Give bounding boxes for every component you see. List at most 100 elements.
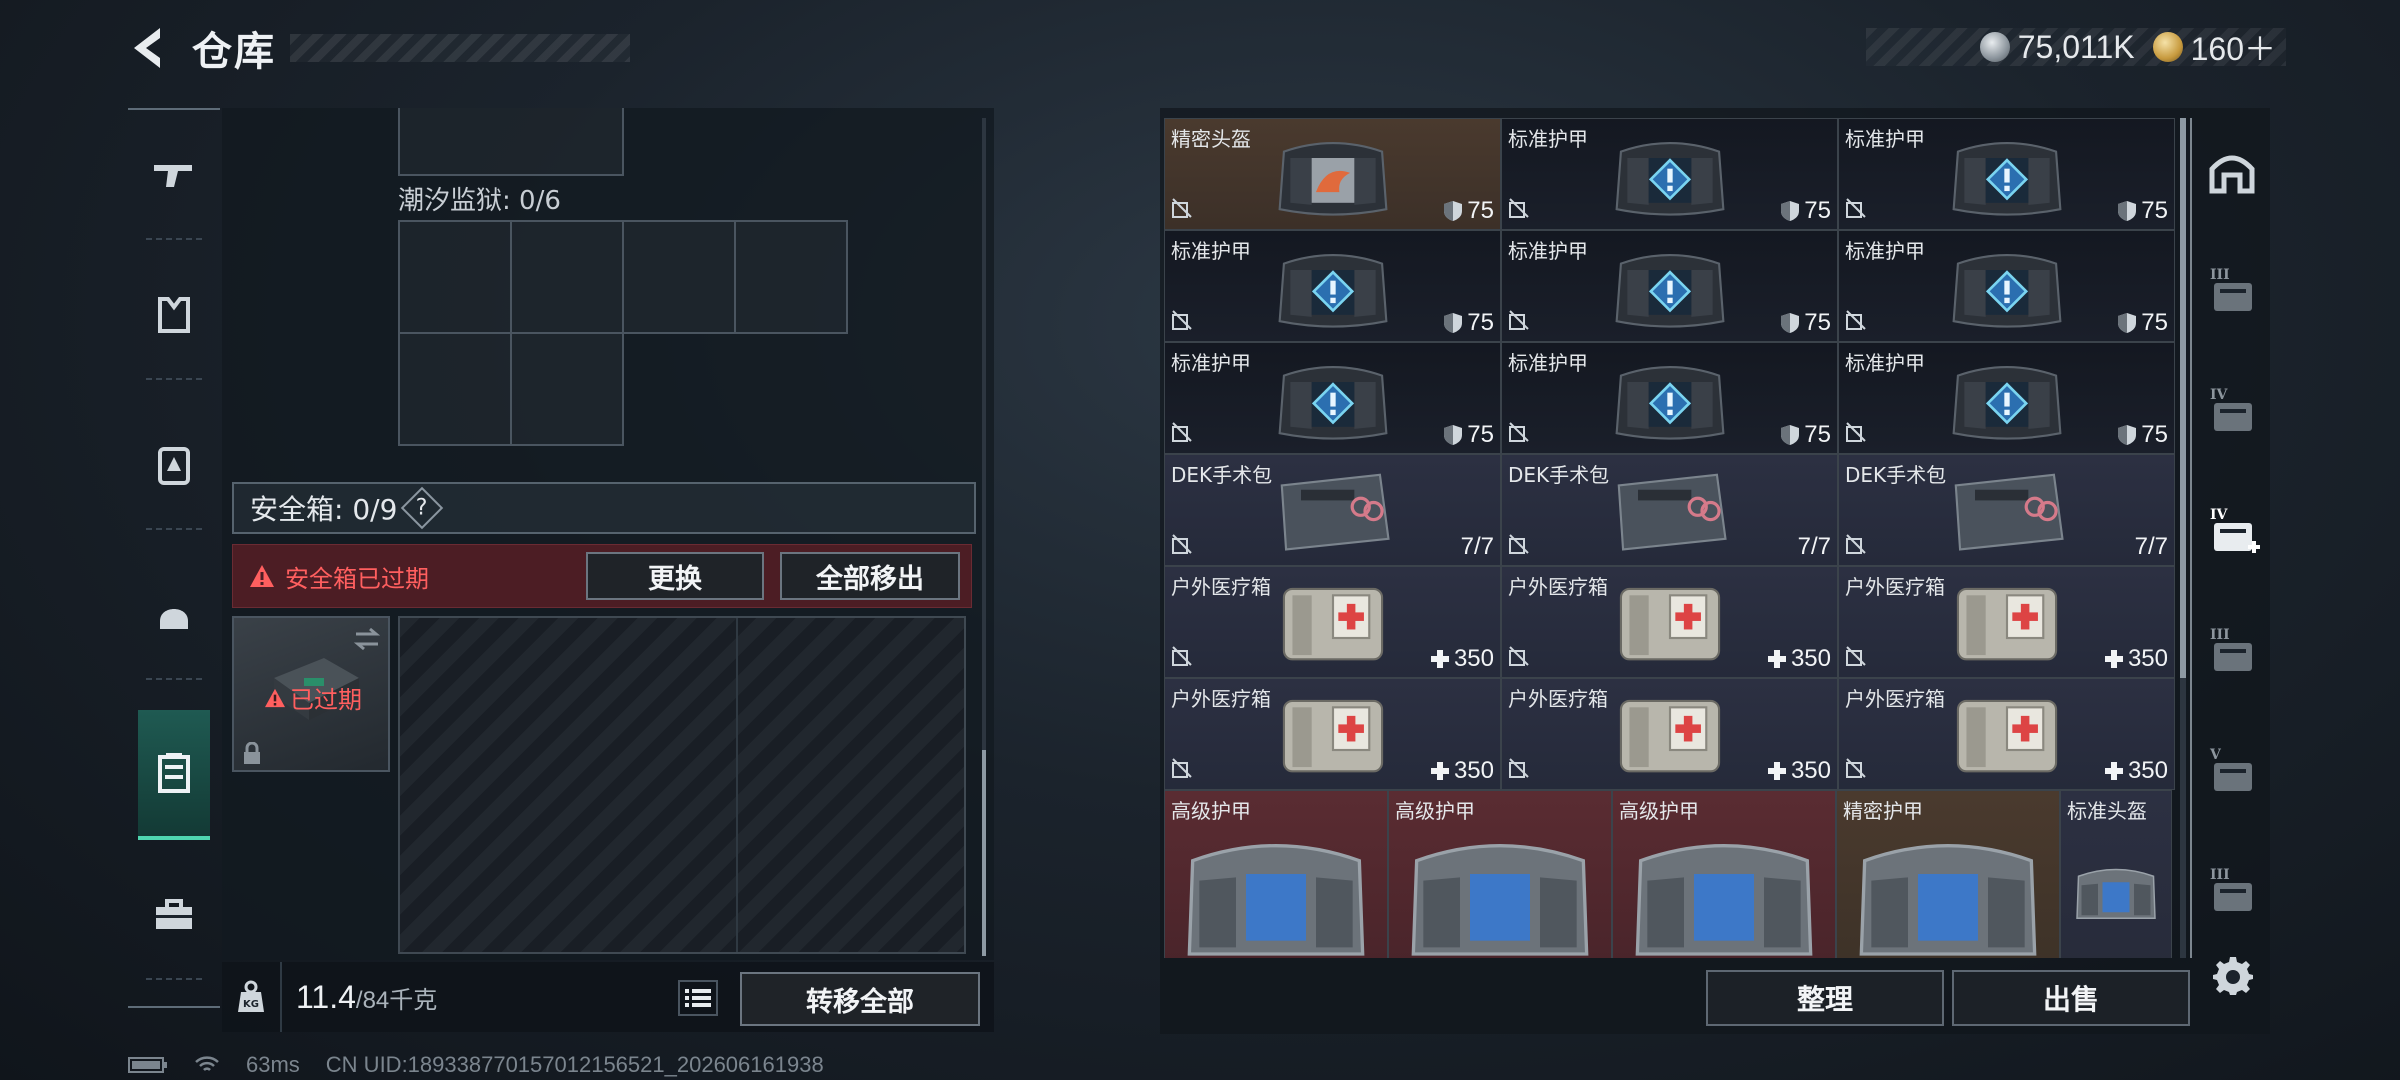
toolbox-icon <box>156 899 192 929</box>
sell-button[interactable]: 出售 <box>1952 970 2190 1026</box>
filter-tab[interactable]: III <box>2192 838 2272 948</box>
nav-vest[interactable] <box>128 250 220 380</box>
grid-slot[interactable] <box>734 220 848 334</box>
item-cell[interactable]: DEK手术包 7/7 <box>1838 454 2175 566</box>
currency-silver[interactable]: 75,011K <box>1979 28 2135 66</box>
filter-tab[interactable]: III <box>2192 598 2272 708</box>
help-icon[interactable]: ? <box>401 486 444 530</box>
item-cell[interactable]: 户外医疗箱 350 <box>1838 678 2175 790</box>
gear-icon <box>2213 957 2253 995</box>
item-stat-value: 350 <box>1453 645 1494 672</box>
left-scrollbar-thumb[interactable] <box>982 750 986 956</box>
item-cell[interactable]: 标准护甲 75 <box>1838 230 2175 342</box>
item-art <box>1268 574 1398 674</box>
item-name: 精密护甲 <box>1843 799 1923 823</box>
item-cell[interactable]: 户外医疗箱 350 <box>1501 678 1838 790</box>
item-name: 户外医疗箱 <box>1845 575 1945 599</box>
filter-tab[interactable]: III <box>2192 238 2272 348</box>
outdoor-medkit-icon <box>1956 700 2057 773</box>
safebox-item-thumb[interactable]: 已过期 <box>232 616 390 772</box>
nav-armor[interactable] <box>128 400 220 530</box>
item-cell[interactable]: 户外医疗箱 350 <box>1164 566 1501 678</box>
no-trade-icon <box>1846 758 1866 778</box>
currency-bar: 75,011K 160＋ <box>1866 28 2286 67</box>
item-cell[interactable]: DEK手术包 7/7 <box>1164 454 1501 566</box>
item-cell[interactable]: 户外医疗箱 350 <box>1501 566 1838 678</box>
no-trade-tag <box>1171 197 1193 223</box>
filter-tab[interactable]: IV <box>2192 478 2272 588</box>
item-name: DEK手术包 <box>1845 463 1947 487</box>
heal-plus-icon <box>1430 650 1449 668</box>
weight-text: 11.4/84千克 <box>296 979 437 1016</box>
warehouse-filter-nav: III IV IV III V III <box>2190 118 2270 958</box>
item-stat-value: 350 <box>2127 757 2168 784</box>
nav-helmet[interactable] <box>128 550 220 680</box>
item-name: 标准护甲 <box>1171 239 1251 263</box>
nav-weapons[interactable] <box>128 110 220 240</box>
item-art <box>1605 126 1735 226</box>
item-cell[interactable]: 标准护甲 75 <box>1501 230 1838 342</box>
item-cell[interactable]: 标准护甲 75 <box>1838 118 2175 230</box>
tier-item-icon: IV <box>2210 387 2252 431</box>
no-trade-icon <box>1846 422 1866 442</box>
item-cell-large[interactable]: 高级护甲 <box>1388 790 1612 958</box>
nav-safebox[interactable] <box>138 710 210 840</box>
item-art <box>1848 814 2048 958</box>
item-name: 户外医疗箱 <box>1171 575 1271 599</box>
list-view-button[interactable] <box>678 980 718 1016</box>
lock-icon <box>244 742 260 764</box>
item-cell-large[interactable]: 标准头盔 <box>2060 790 2172 958</box>
title-stripe <box>290 34 630 62</box>
filter-tab[interactable]: IV <box>2192 358 2272 468</box>
item-name: DEK手术包 <box>1508 463 1610 487</box>
sort-button[interactable]: 整理 <box>1706 970 1944 1026</box>
safebox-label: 安全箱: 0/9 <box>250 493 398 526</box>
silver-coin-icon <box>1979 32 2010 62</box>
item-cell[interactable]: 标准护甲 75 <box>1164 230 1501 342</box>
grid-slot[interactable] <box>622 220 736 334</box>
nav-toolbox[interactable] <box>128 850 220 980</box>
item-cell-large[interactable]: 高级护甲 <box>1612 790 1836 958</box>
item-stat: 75 <box>1780 309 1831 337</box>
warehouse-scrollbar-thumb[interactable] <box>2180 118 2186 678</box>
item-cell[interactable]: 标准护甲 75 <box>1164 342 1501 454</box>
safebox-grid[interactable] <box>398 616 966 954</box>
currency-gold[interactable]: 160＋ <box>2152 24 2276 70</box>
item-cell[interactable]: 标准护甲 75 <box>1501 342 1838 454</box>
back-button[interactable] <box>124 22 174 74</box>
tier-label: IV <box>2210 507 2229 523</box>
item-cell-large[interactable]: 高级护甲 <box>1164 790 1388 958</box>
item-cell-large[interactable]: 精密护甲 <box>1836 790 2060 958</box>
armor-icon <box>158 447 190 485</box>
svg-text:KG: KG <box>243 999 259 1010</box>
item-cell[interactable]: 标准护甲 75 <box>1501 118 1838 230</box>
grid-divider <box>736 618 738 952</box>
remove-all-button[interactable]: 全部移出 <box>780 552 960 600</box>
grid-slot[interactable] <box>510 220 624 334</box>
filter-tab[interactable] <box>2192 118 2272 228</box>
no-trade-tag <box>1508 757 1530 783</box>
list-icon <box>685 989 711 1007</box>
item-cell[interactable]: 户外医疗箱 350 <box>1838 566 2175 678</box>
no-trade-icon <box>1172 422 1192 442</box>
settings-button[interactable] <box>2210 952 2256 998</box>
item-cell[interactable]: 精密头盔 75 <box>1164 118 1501 230</box>
replace-button[interactable]: 更换 <box>586 552 764 600</box>
item-stat: 75 <box>2117 309 2168 337</box>
tier-item-icon: III <box>2210 267 2252 311</box>
no-trade-tag <box>1171 645 1193 671</box>
item-cell[interactable]: 标准护甲 75 <box>1838 342 2175 454</box>
no-trade-tag <box>1171 757 1193 783</box>
filter-tab[interactable]: V <box>2192 718 2272 828</box>
item-art <box>1605 238 1735 338</box>
grid-slot[interactable] <box>398 332 512 446</box>
grid-slot[interactable] <box>510 332 624 446</box>
grid-slot[interactable] <box>398 108 624 176</box>
weight-capacity: /84千克 <box>355 986 438 1014</box>
item-stat: 75 <box>1443 309 1494 337</box>
transfer-all-button[interactable]: 转移全部 <box>740 972 980 1026</box>
item-cell[interactable]: DEK手术包 7/7 <box>1501 454 1838 566</box>
grid-slot[interactable] <box>398 220 512 334</box>
item-cell[interactable]: 户外医疗箱 350 <box>1164 678 1501 790</box>
currency-silver-value: 75,011K <box>2017 28 2135 65</box>
